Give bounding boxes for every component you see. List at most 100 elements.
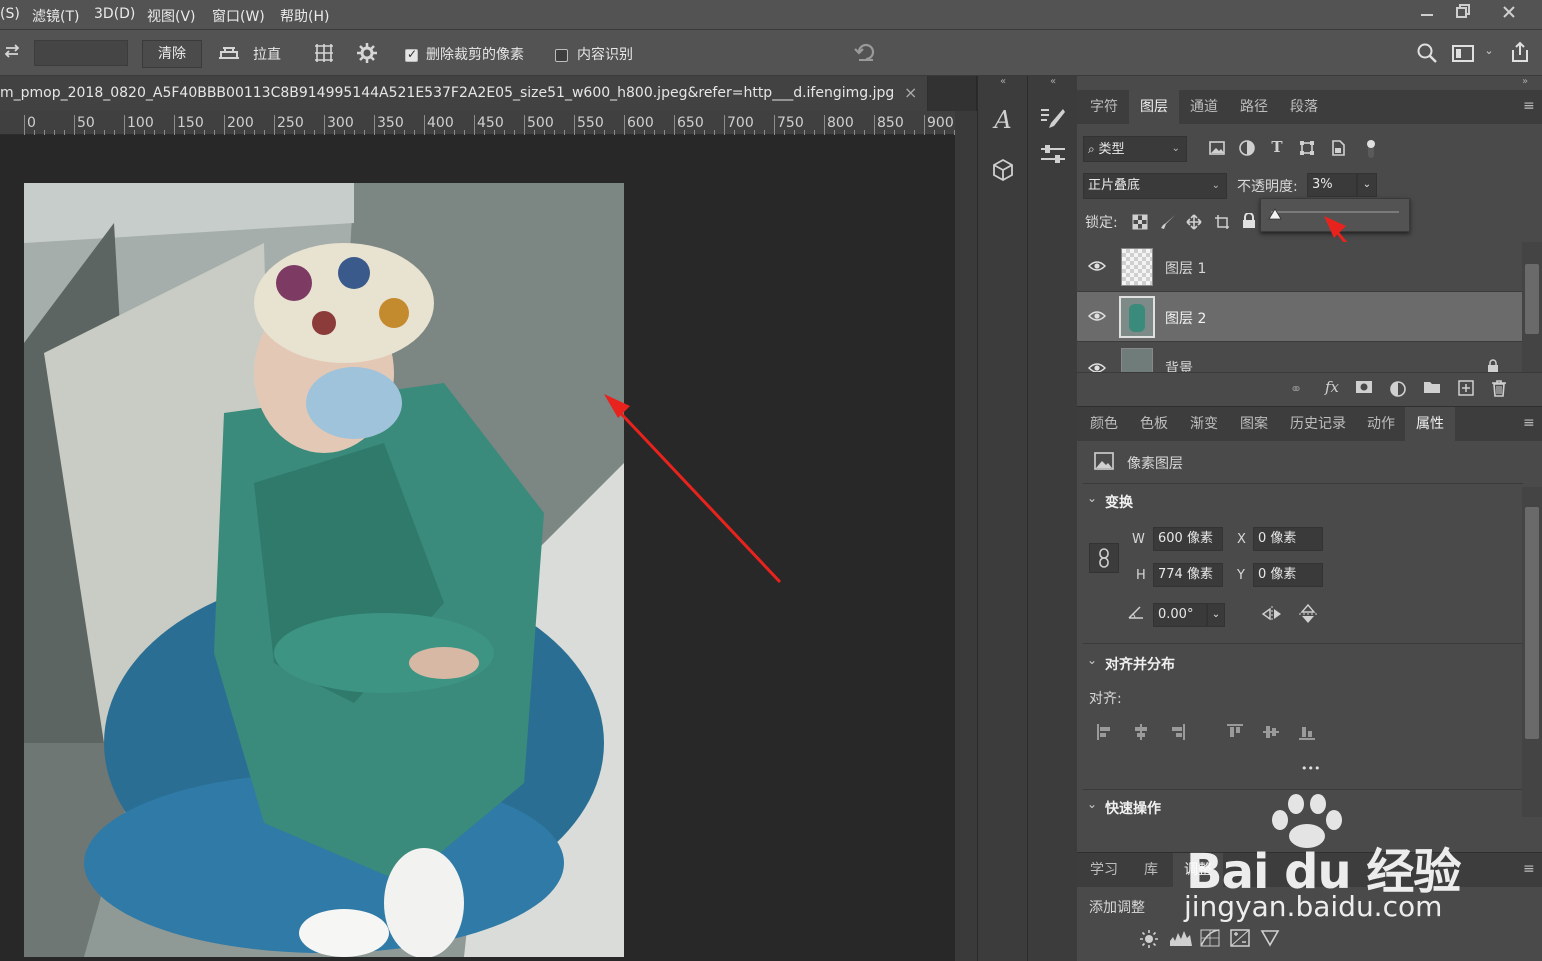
new-group-folder-icon[interactable] [1421,380,1443,400]
grid-overlay-icon[interactable] [312,42,336,66]
filter-type-icon[interactable]: T [1267,138,1287,158]
filter-pixel-icon[interactable] [1207,139,1227,159]
lock-position-move-icon[interactable] [1185,214,1203,232]
tab-actions[interactable]: 动作 [1357,407,1405,441]
tab-gradients[interactable]: 渐变 [1179,407,1229,441]
fx-effects-icon[interactable]: fx [1321,378,1343,400]
blend-mode-select[interactable]: 正片叠底 ⌄ [1083,173,1227,199]
panel-menu-icon[interactable]: ≡ [1523,415,1535,431]
filter-adjustment-icon[interactable] [1237,139,1257,159]
tab-properties[interactable]: 属性 [1405,407,1455,441]
lock-artboard-icon[interactable] [1213,214,1231,232]
align-center-h-icon[interactable] [1131,723,1151,743]
collapse-dock-icon[interactable]: « [978,76,1028,90]
new-adjustment-icon[interactable] [1387,380,1409,400]
delete-cropped-checkbox[interactable] [405,47,418,62]
opacity-input[interactable]: 3% [1307,173,1357,197]
exposure-icon[interactable] [1229,929,1251,949]
opacity-slider-thumb[interactable] [1268,208,1282,220]
tab-channels[interactable]: 通道 [1179,90,1229,124]
close-window-button[interactable] [1492,2,1526,26]
straighten-icon[interactable] [216,42,242,64]
eye-visibility-icon[interactable] [1087,308,1107,326]
align-bottom-icon[interactable] [1297,723,1317,743]
content-aware-checkbox[interactable] [555,49,568,62]
align-middle-v-icon[interactable] [1261,723,1281,743]
layer-list-scrollbar[interactable] [1522,242,1542,372]
opacity-slider-track[interactable] [1271,211,1399,213]
menu-item-filter[interactable]: 滤镜(T) [32,6,79,26]
tab-adjustments[interactable]: 调整 [1173,853,1223,887]
align-left-icon[interactable] [1095,723,1115,743]
tab-history[interactable]: 历史记录 [1279,407,1357,441]
align-right-icon[interactable] [1167,723,1187,743]
menu-item-select[interactable]: (S) [0,6,20,22]
chevron-down-icon[interactable]: ⌄ [1087,797,1097,811]
filter-smart-object-icon[interactable] [1328,139,1348,159]
canvas-area[interactable] [0,135,955,961]
layer-row[interactable]: 背景 [1077,342,1522,372]
align-top-icon[interactable] [1225,723,1245,743]
canvas-scrollbar[interactable] [955,111,977,961]
levels-histogram-icon[interactable] [1169,929,1193,949]
eye-visibility-icon[interactable] [1087,360,1107,372]
tab-swatches[interactable]: 色板 [1129,407,1179,441]
close-tab-icon[interactable]: × [904,83,917,102]
opacity-dropdown[interactable]: ⌄ [1357,173,1377,197]
search-icon[interactable] [1415,42,1439,66]
filter-toggle-icon[interactable] [1365,138,1377,160]
document-tab[interactable]: m_pmop_2018_0820_A5F40BBB00113C8B9149951… [0,76,928,111]
layer-name[interactable]: 图层 1 [1165,258,1206,278]
angle-dropdown[interactable]: ⌄ [1207,603,1225,627]
collapse-dock-icon[interactable]: « [1028,76,1078,90]
menu-item-help[interactable]: 帮助(H) [280,6,329,26]
eye-visibility-icon[interactable] [1087,258,1107,276]
share-icon[interactable] [1508,41,1532,65]
chevron-down-icon[interactable]: ⌄ [1087,491,1097,505]
workspace-icon[interactable] [1450,43,1476,65]
lock-transparent-icon[interactable] [1131,214,1149,232]
brush-settings-icon[interactable] [1038,106,1068,134]
tab-layers[interactable]: 图层 [1129,90,1179,124]
expand-dock-icon[interactable]: » [1522,76,1528,87]
layer-filter-select[interactable]: ⌕ 类型 ⌄ [1083,136,1187,162]
chevron-down-icon[interactable]: ⌄ [1482,44,1496,62]
gear-icon[interactable] [355,42,379,66]
adjust-sliders-icon[interactable] [1038,142,1068,168]
ratio-input[interactable] [34,40,128,66]
character-panel-icon[interactable]: A [988,106,1018,136]
undo-reset-icon[interactable] [853,42,879,64]
tab-learn[interactable]: 学习 [1079,853,1129,887]
panel-menu-icon[interactable]: ≡ [1523,98,1535,114]
height-input[interactable]: 774 像素 [1153,563,1223,587]
y-input[interactable]: 0 像素 [1253,563,1323,587]
layer-row[interactable]: 图层 1 [1077,242,1522,292]
curves-grid-icon[interactable] [1199,929,1221,949]
restore-button[interactable] [1446,2,1480,26]
filter-shape-icon[interactable] [1297,139,1317,159]
quick-actions-section-title[interactable]: 快速操作 [1105,798,1161,818]
menu-item-window[interactable]: 窗口(W) [212,6,265,26]
properties-scrollbar[interactable] [1522,487,1542,817]
tab-libraries[interactable]: 库 [1129,853,1173,887]
layer-name[interactable]: 背景 [1165,358,1193,372]
clear-button[interactable]: 清除 [142,40,202,68]
x-input[interactable]: 0 像素 [1253,527,1323,551]
flip-vertical-icon[interactable] [1297,603,1319,625]
angle-input[interactable]: 0.00° [1153,603,1207,627]
swap-icon[interactable] [2,42,22,62]
tab-character[interactable]: 字符 [1079,90,1129,124]
tab-paragraph[interactable]: 段落 [1279,90,1329,124]
layer-name[interactable]: 图层 2 [1165,308,1206,328]
vibrance-triangle-icon[interactable] [1259,929,1281,949]
lock-all-icon[interactable] [1240,212,1258,231]
flip-horizontal-icon[interactable] [1261,605,1283,625]
chevron-down-icon[interactable]: ⌄ [1087,653,1097,667]
menu-item-3d[interactable]: 3D(D) [94,6,135,22]
align-section-title[interactable]: 对齐并分布 [1105,654,1175,674]
link-dimensions-button[interactable] [1089,543,1119,573]
width-input[interactable]: 600 像素 [1153,527,1223,551]
trash-icon[interactable] [1488,379,1510,399]
link-layers-icon[interactable]: ⚭ [1285,380,1307,400]
transform-section-title[interactable]: 变换 [1105,492,1133,512]
